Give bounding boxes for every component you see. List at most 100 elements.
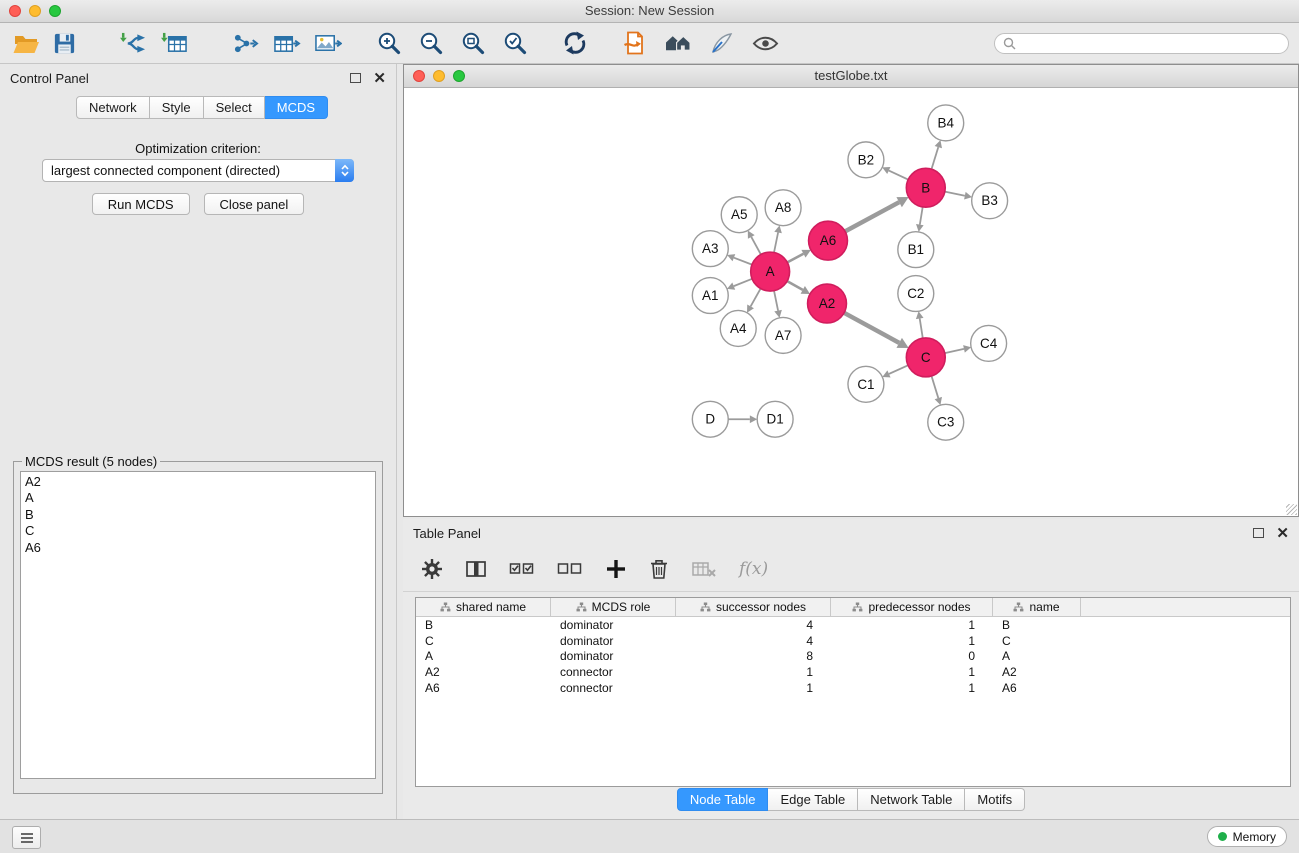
export-image-button[interactable] xyxy=(311,29,344,58)
network-zoom-button[interactable] xyxy=(453,70,465,82)
import-table-button[interactable] xyxy=(158,29,191,58)
float-table-panel-icon[interactable] xyxy=(1253,528,1264,538)
graph-edge-B-B2[interactable] xyxy=(889,171,908,180)
network-minimize-button[interactable] xyxy=(433,70,445,82)
zoom-selected-button[interactable] xyxy=(500,28,530,58)
add-column-button[interactable] xyxy=(603,556,629,582)
table-cell: 1 xyxy=(831,681,993,695)
graph-edge-C-C2[interactable] xyxy=(920,318,923,338)
select-all-button[interactable] xyxy=(507,556,537,582)
graph-edge-B-B1[interactable] xyxy=(920,207,923,225)
table-row[interactable]: Bdominator41B xyxy=(416,617,1290,633)
deselect-all-button[interactable] xyxy=(555,556,585,582)
graph-edge-C-C1[interactable] xyxy=(889,365,908,374)
function-builder-button[interactable]: f(x) xyxy=(737,557,770,581)
search-box[interactable] xyxy=(994,33,1289,54)
table-row[interactable]: A6connector11A6 xyxy=(416,680,1290,696)
delete-column-button[interactable] xyxy=(647,556,671,582)
tab-style[interactable]: Style xyxy=(150,96,204,119)
home-button[interactable] xyxy=(662,29,695,58)
graph-edge-A-A3[interactable] xyxy=(734,258,752,265)
mcds-result-item[interactable]: A2 xyxy=(25,474,371,490)
graph-edge-A-A8[interactable] xyxy=(774,232,778,252)
graph-node-label: A6 xyxy=(820,233,836,248)
zoom-in-button[interactable] xyxy=(374,28,404,58)
mcds-result-item[interactable]: A xyxy=(25,490,371,506)
graph-edge-A-A5[interactable] xyxy=(751,237,761,255)
minimize-window-button[interactable] xyxy=(29,5,41,17)
table-row[interactable]: Adominator80A xyxy=(416,649,1290,665)
open-session-button[interactable] xyxy=(10,29,42,58)
mcds-result-item[interactable]: C xyxy=(25,523,371,539)
graph-edge-A2-C[interactable] xyxy=(844,313,899,343)
save-session-button[interactable] xyxy=(50,29,79,58)
table-cell: A xyxy=(993,649,1081,663)
mcds-result-list[interactable]: A2 A B C A6 xyxy=(20,471,376,779)
delete-table-button[interactable] xyxy=(689,556,719,582)
close-table-panel-icon[interactable]: ✕ xyxy=(1276,526,1289,541)
memory-button[interactable]: Memory xyxy=(1207,826,1287,847)
tab-network-table[interactable]: Network Table xyxy=(858,788,965,811)
annotation-button[interactable] xyxy=(707,28,737,58)
zoom-out-button[interactable] xyxy=(416,28,446,58)
column-header-MCDS-role[interactable]: MCDS role xyxy=(551,598,676,616)
graph-edge-B-B4[interactable] xyxy=(932,147,939,169)
import-network-icon xyxy=(119,31,148,56)
close-panel-button[interactable]: Close panel xyxy=(204,193,305,215)
trash-icon xyxy=(649,558,669,580)
graph-edge-B-B3[interactable] xyxy=(945,192,965,196)
zoom-fit-icon xyxy=(460,30,486,56)
column-header-label: shared name xyxy=(456,600,526,614)
close-panel-icon[interactable]: ✕ xyxy=(373,71,386,86)
memory-status-icon xyxy=(1218,832,1227,841)
graph-edge-A-A6[interactable] xyxy=(787,254,803,263)
graph-edge-A-A1[interactable] xyxy=(734,279,752,286)
graph-edge-C-C3[interactable] xyxy=(932,376,939,398)
graph-edge-arrowhead xyxy=(774,310,782,318)
column-header-successor-nodes[interactable]: successor nodes xyxy=(676,598,831,616)
tab-mcds[interactable]: MCDS xyxy=(265,96,328,119)
column-header-name[interactable]: name xyxy=(993,598,1081,616)
network-window-titlebar: testGlobe.txt xyxy=(404,65,1298,88)
export-table-button[interactable] xyxy=(270,29,303,58)
network-close-button[interactable] xyxy=(413,70,425,82)
show-hide-button[interactable] xyxy=(749,29,782,58)
close-window-button[interactable] xyxy=(9,5,21,17)
zoom-window-button[interactable] xyxy=(49,5,61,17)
import-network-button[interactable] xyxy=(117,29,150,58)
panel-menu-button[interactable] xyxy=(12,826,41,849)
mcds-result-item[interactable]: A6 xyxy=(25,540,371,556)
criterion-dropdown[interactable]: largest connected component (directed) xyxy=(42,159,354,182)
show-columns-button[interactable] xyxy=(463,556,489,582)
graph-node-label: B4 xyxy=(937,115,954,130)
network-canvas[interactable]: B4B2BB3A8A5A6A3B1AC2A1A2A4A7C4CC1DD1C3 xyxy=(404,88,1298,516)
network-graph[interactable]: B4B2BB3A8A5A6A3B1AC2A1A2A4A7C4CC1DD1C3 xyxy=(404,88,1298,516)
tab-select[interactable]: Select xyxy=(204,96,265,119)
tab-motifs[interactable]: Motifs xyxy=(965,788,1025,811)
refresh-button[interactable] xyxy=(560,28,590,58)
table-row[interactable]: A2connector11A2 xyxy=(416,664,1290,680)
tab-edge-table[interactable]: Edge Table xyxy=(768,788,858,811)
graph-edge-C-C4[interactable] xyxy=(945,349,964,353)
resize-grip[interactable] xyxy=(1286,504,1297,515)
zoom-fit-button[interactable] xyxy=(458,28,488,58)
export-network-button[interactable] xyxy=(229,29,262,58)
mcds-result-item[interactable]: B xyxy=(25,507,371,523)
float-panel-icon[interactable] xyxy=(350,73,361,83)
table-row[interactable]: Cdominator41C xyxy=(416,633,1290,649)
column-header-shared-name[interactable]: shared name xyxy=(416,598,551,616)
table-settings-button[interactable] xyxy=(419,556,445,582)
export-table-icon xyxy=(272,31,301,56)
run-mcds-button[interactable]: Run MCDS xyxy=(92,193,190,215)
graph-edge-A-A7[interactable] xyxy=(774,291,778,311)
open-document-button[interactable] xyxy=(620,28,650,58)
graph-edge-A-A4[interactable] xyxy=(751,289,761,307)
search-input[interactable] xyxy=(1021,35,1280,51)
tab-node-table[interactable]: Node Table xyxy=(677,788,769,811)
column-header-predecessor-nodes[interactable]: predecessor nodes xyxy=(831,598,993,616)
graph-edge-arrowhead xyxy=(774,225,782,233)
graph-edge-A-A2[interactable] xyxy=(787,281,803,290)
graph-edge-A6-B[interactable] xyxy=(845,202,899,231)
mcds-button-row: Run MCDS Close panel xyxy=(0,193,396,215)
tab-network[interactable]: Network xyxy=(76,96,150,119)
